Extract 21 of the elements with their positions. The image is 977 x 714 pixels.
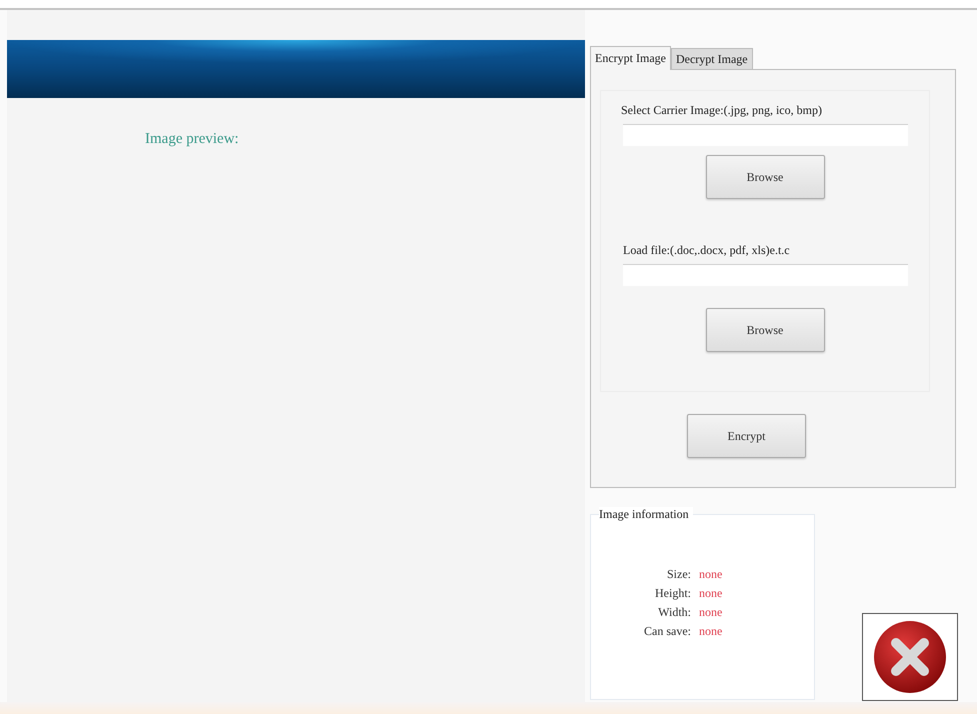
encrypt-button[interactable]: Encrypt bbox=[687, 414, 806, 458]
carrier-image-label: Select Carrier Image:(.jpg, png, ico, bmp) bbox=[621, 103, 822, 118]
tab[interactable]: Encrypt Image bbox=[590, 46, 671, 70]
info-label: Width: bbox=[657, 605, 691, 620]
image-information-title: Image information bbox=[599, 507, 693, 522]
browse-button[interactable]: Browse bbox=[706, 155, 824, 199]
info-value: none bbox=[699, 567, 724, 582]
close-button[interactable] bbox=[862, 613, 958, 701]
tab[interactable]: Decrypt Image bbox=[670, 48, 753, 69]
info-label: Size: bbox=[666, 567, 691, 582]
close-icon bbox=[872, 619, 948, 695]
image-preview-label: Image preview: bbox=[145, 131, 239, 148]
load-file-label: Load file:(.doc,.docx, pdf, xls)e.t.c bbox=[623, 243, 790, 258]
info-value: none bbox=[699, 624, 724, 639]
info-label: Can save: bbox=[643, 624, 691, 639]
carrier-image-field[interactable] bbox=[622, 124, 908, 146]
info-label: Height: bbox=[654, 586, 691, 601]
browse-button[interactable]: Browse bbox=[706, 308, 824, 352]
info-value: none bbox=[699, 605, 724, 620]
load-file-field[interactable] bbox=[622, 264, 908, 286]
info-value: none bbox=[699, 586, 724, 601]
